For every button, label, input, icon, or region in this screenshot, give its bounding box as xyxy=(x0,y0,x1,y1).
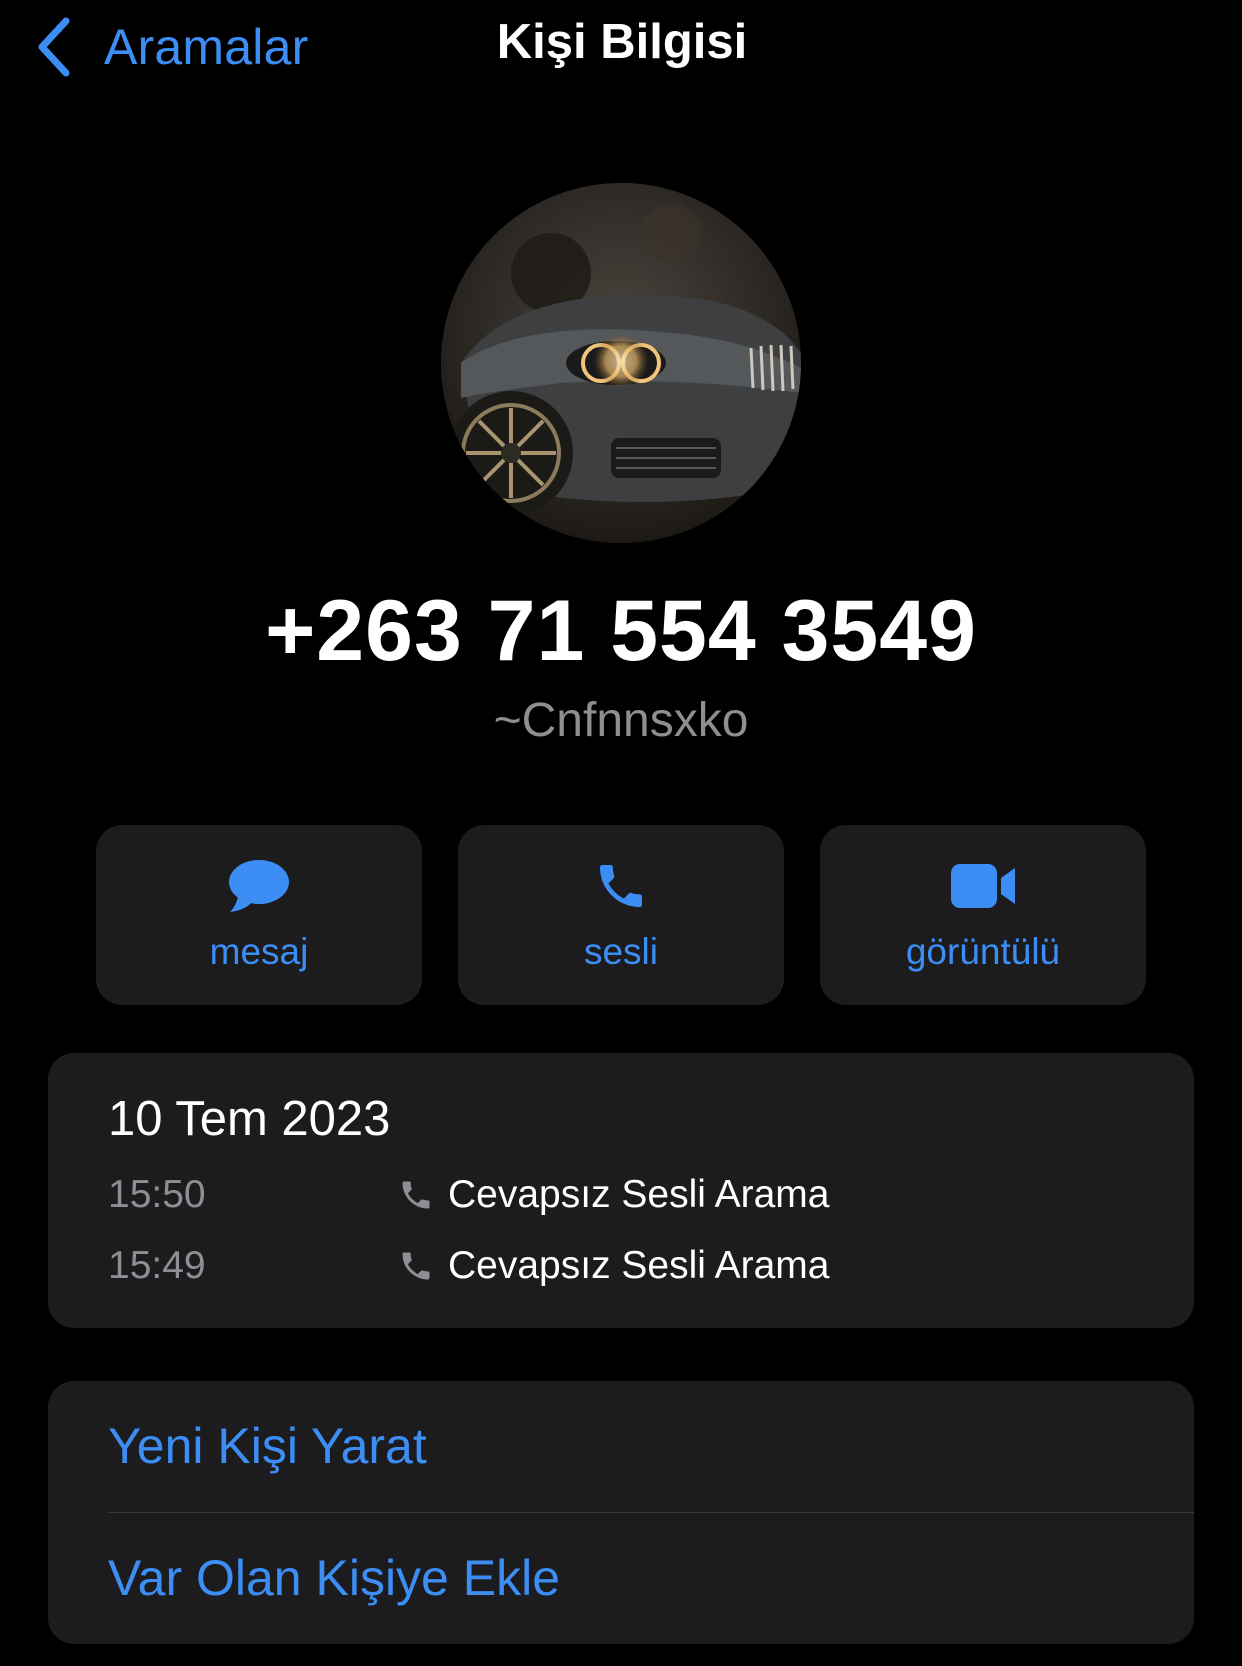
call-history-date: 10 Tem 2023 xyxy=(108,1092,391,1146)
action-buttons: mesaj sesli görüntülü xyxy=(96,825,1146,1005)
call-time: 15:50 xyxy=(108,1173,206,1216)
contact-actions-card: Yeni Kişi Yarat Var Olan Kişiye Ekle xyxy=(48,1381,1194,1644)
phone-icon xyxy=(398,1177,434,1213)
contact-phone-number: +263 71 554 3549 xyxy=(265,583,977,679)
video-camera-icon xyxy=(820,855,1146,917)
call-type: Cevapsız Sesli Arama xyxy=(448,1173,830,1216)
call-type: Cevapsız Sesli Arama xyxy=(448,1244,830,1287)
message-bubble-icon xyxy=(96,855,422,917)
voice-call-button-label: sesli xyxy=(583,931,659,972)
create-new-contact-button[interactable]: Yeni Kişi Yarat xyxy=(108,1381,1194,1511)
message-button-label: mesaj xyxy=(209,931,309,972)
phone-icon xyxy=(458,855,784,917)
phone-icon xyxy=(398,1248,434,1284)
avatar-car-image xyxy=(441,183,801,543)
add-to-existing-contact-button[interactable]: Var Olan Kişiye Ekle xyxy=(108,1513,1194,1643)
call-history-row: 15:49 Cevapsız Sesli Arama xyxy=(108,1236,1108,1296)
video-call-button-label: görüntülü xyxy=(905,931,1061,972)
navigation-bar: Aramalar Kişi Bilgisi xyxy=(0,0,1242,95)
video-call-button[interactable]: görüntülü xyxy=(820,825,1146,1005)
page-title: Kişi Bilgisi xyxy=(496,15,748,69)
message-button[interactable]: mesaj xyxy=(96,825,422,1005)
contact-nickname: ~Cnfnnsxko xyxy=(493,694,749,747)
call-history-card: 10 Tem 2023 15:50 Cevapsız Sesli Arama 1… xyxy=(48,1053,1194,1328)
avatar[interactable] xyxy=(441,183,801,543)
call-history-row: 15:50 Cevapsız Sesli Arama xyxy=(108,1165,1108,1225)
call-time: 15:49 xyxy=(108,1244,206,1287)
voice-call-button[interactable]: sesli xyxy=(458,825,784,1005)
